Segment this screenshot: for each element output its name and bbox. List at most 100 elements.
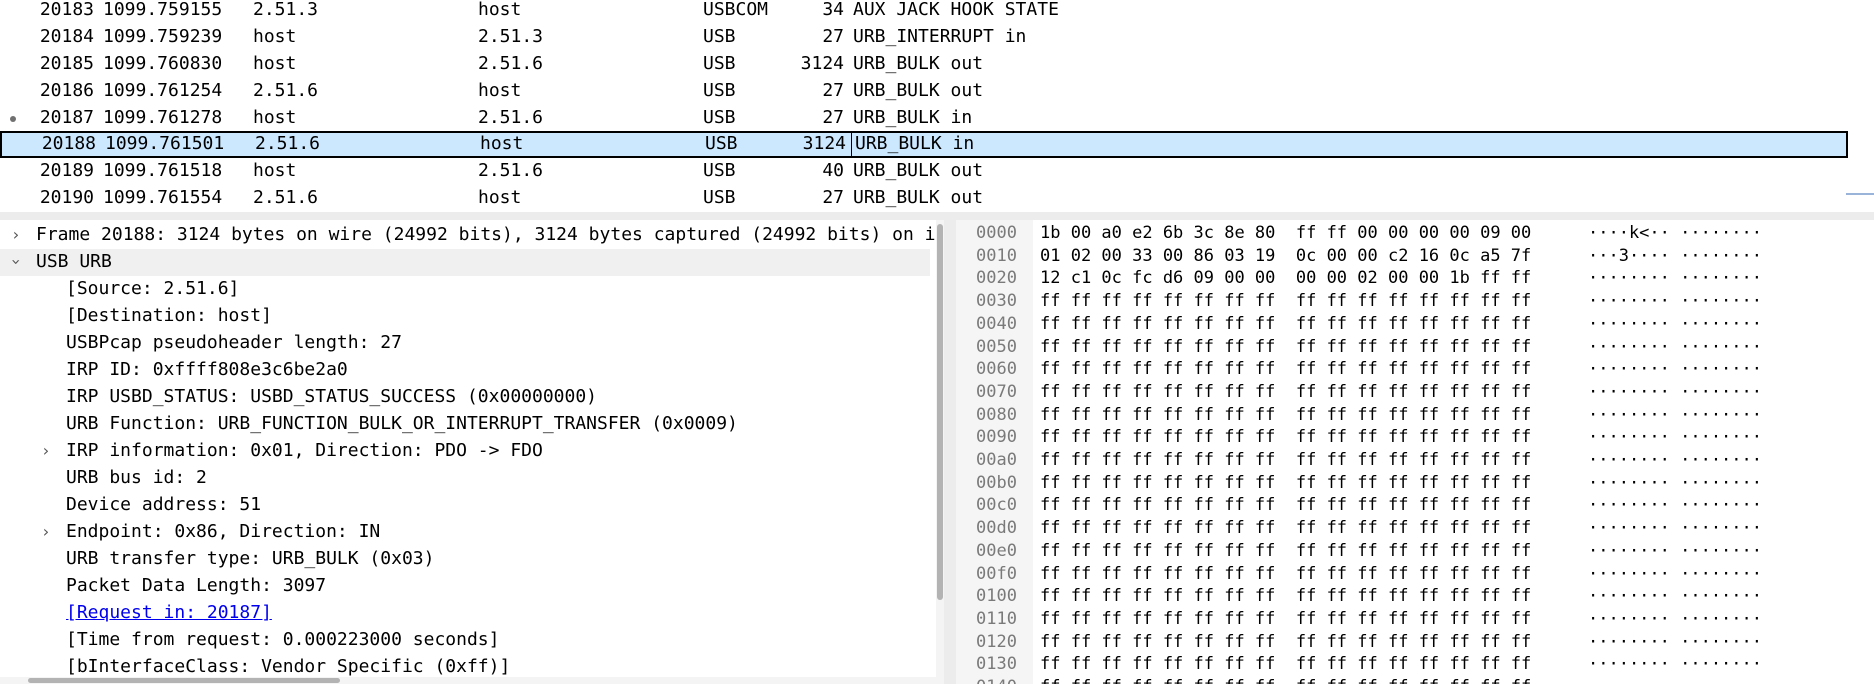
- packet-destination: host: [478, 187, 522, 208]
- packet-bytes-pane[interactable]: 0000 1b 00 a0 e2 6b 3c 8e 80 ff ff 00 00 …: [956, 220, 1874, 684]
- tree-item[interactable]: URB Function: URB_FUNCTION_BULK_OR_INTER…: [0, 411, 930, 438]
- ascii-bytes[interactable]: ········ ········: [1588, 449, 1762, 471]
- ascii-bytes[interactable]: ········ ········: [1588, 267, 1762, 289]
- tree-item-irp-information[interactable]: › IRP information: 0x01, Direction: PDO …: [0, 438, 930, 465]
- packet-time: 1099.761554: [103, 187, 223, 208]
- hex-bytes[interactable]: 12 c1 0c fc d6 09 00 00 00 00 02 00 00 1…: [1040, 267, 1531, 289]
- hex-bytes[interactable]: ff ff ff ff ff ff ff ff ff ff ff ff ff f…: [1040, 358, 1531, 380]
- packet-protocol: USB: [703, 187, 736, 208]
- hex-bytes[interactable]: 1b 00 a0 e2 6b 3c 8e 80 ff ff 00 00 00 0…: [1040, 222, 1531, 244]
- packet-row[interactable]: 20186 1099.761254 2.51.6 host USB 27 URB…: [0, 78, 1848, 105]
- packet-row-selected[interactable]: 20188 1099.761501 2.51.6 host USB 3124 U…: [0, 131, 1848, 158]
- ascii-bytes[interactable]: ········ ········: [1588, 653, 1762, 675]
- ascii-bytes[interactable]: ········ ········: [1588, 676, 1762, 684]
- hex-bytes[interactable]: ff ff ff ff ff ff ff ff ff ff ff ff ff f…: [1040, 290, 1531, 312]
- hex-bytes[interactable]: ff ff ff ff ff ff ff ff ff ff ff ff ff f…: [1040, 608, 1531, 630]
- ascii-bytes[interactable]: ········ ········: [1588, 313, 1762, 335]
- packet-row[interactable]: 20185 1099.760830 host 2.51.6 USB 3124 U…: [0, 51, 1848, 78]
- tree-item-request-link[interactable]: [Request in: 20187]: [0, 600, 930, 627]
- hex-bytes[interactable]: ff ff ff ff ff ff ff ff ff ff ff ff ff f…: [1040, 653, 1531, 675]
- packet-source: host: [253, 53, 297, 74]
- hex-bytes[interactable]: ff ff ff ff ff ff ff ff ff ff ff ff ff f…: [1040, 449, 1531, 471]
- hex-bytes[interactable]: ff ff ff ff ff ff ff ff ff ff ff ff ff f…: [1040, 381, 1531, 403]
- chevron-down-icon[interactable]: ›: [4, 253, 28, 271]
- ascii-bytes[interactable]: ········ ········: [1588, 358, 1762, 380]
- chevron-right-icon[interactable]: ›: [7, 223, 25, 247]
- tree-item[interactable]: URB transfer type: URB_BULK (0x03): [0, 546, 930, 573]
- ascii-bytes[interactable]: ········ ········: [1588, 404, 1762, 426]
- packet-protocol: USBCOM: [703, 0, 769, 20]
- pane-splitter-vertical[interactable]: [944, 220, 956, 684]
- packet-length: 27: [822, 187, 844, 208]
- tree-item[interactable]: Packet Data Length: 3097: [0, 573, 930, 600]
- packet-details-pane[interactable]: › Frame 20188: 3124 bytes on wire (24992…: [0, 220, 944, 684]
- hex-bytes[interactable]: ff ff ff ff ff ff ff ff ff ff ff ff ff f…: [1040, 676, 1531, 684]
- packet-list-scroll-indicator[interactable]: [1846, 193, 1874, 195]
- chevron-right-icon[interactable]: ›: [37, 520, 55, 544]
- hex-offset: 0030: [976, 291, 1017, 312]
- hex-bytes[interactable]: 01 02 00 33 00 86 03 19 0c 00 00 c2 16 0…: [1040, 245, 1531, 267]
- chevron-right-icon[interactable]: ›: [37, 439, 55, 463]
- tree-item-frame[interactable]: › Frame 20188: 3124 bytes on wire (24992…: [0, 222, 944, 249]
- hex-bytes[interactable]: ff ff ff ff ff ff ff ff ff ff ff ff ff f…: [1040, 585, 1531, 607]
- ascii-bytes[interactable]: ········ ········: [1588, 494, 1762, 516]
- tree-item[interactable]: USBPcap pseudoheader length: 27: [0, 330, 930, 357]
- ascii-bytes[interactable]: ····k<·· ········: [1588, 222, 1762, 244]
- packet-row[interactable]: 20189 1099.761518 host 2.51.6 USB 40 URB…: [0, 158, 1848, 185]
- tree-item[interactable]: Device address: 51: [0, 492, 930, 519]
- hex-offset: 0070: [976, 381, 1017, 402]
- tree-item[interactable]: [Destination: host]: [0, 303, 930, 330]
- ascii-bytes[interactable]: ········ ········: [1588, 426, 1762, 448]
- tree-item-usb-urb[interactable]: › USB URB: [0, 249, 930, 276]
- packet-number: 20190: [39, 187, 94, 208]
- hex-bytes[interactable]: ff ff ff ff ff ff ff ff ff ff ff ff ff f…: [1040, 426, 1531, 448]
- hex-bytes[interactable]: ff ff ff ff ff ff ff ff ff ff ff ff ff f…: [1040, 631, 1531, 653]
- ascii-bytes[interactable]: ········ ········: [1588, 517, 1762, 539]
- tree-item-label: URB Function: URB_FUNCTION_BULK_OR_INTER…: [66, 413, 738, 434]
- ascii-bytes[interactable]: ········ ········: [1588, 381, 1762, 403]
- hex-bytes[interactable]: ff ff ff ff ff ff ff ff ff ff ff ff ff f…: [1040, 404, 1531, 426]
- tree-item-label: USB URB: [36, 251, 112, 272]
- packet-row[interactable]: 20184 1099.759239 host 2.51.3 USB 27 URB…: [0, 24, 1848, 51]
- tree-item-endpoint[interactable]: › Endpoint: 0x86, Direction: IN: [0, 519, 930, 546]
- ascii-bytes[interactable]: ········ ········: [1588, 290, 1762, 312]
- ascii-bytes[interactable]: ········ ········: [1588, 631, 1762, 653]
- hex-bytes[interactable]: ff ff ff ff ff ff ff ff ff ff ff ff ff f…: [1040, 540, 1531, 562]
- hex-bytes[interactable]: ff ff ff ff ff ff ff ff ff ff ff ff ff f…: [1040, 517, 1531, 539]
- tree-item[interactable]: IRP ID: 0xffff808e3c6be2a0: [0, 357, 930, 384]
- packet-length: 40: [822, 160, 844, 181]
- ascii-bytes[interactable]: ········ ········: [1588, 608, 1762, 630]
- ascii-bytes[interactable]: ···3···· ········: [1588, 245, 1762, 267]
- ascii-bytes[interactable]: ········ ········: [1588, 585, 1762, 607]
- hex-bytes[interactable]: ff ff ff ff ff ff ff ff ff ff ff ff ff f…: [1040, 472, 1531, 494]
- tree-item-label: IRP USBD_STATUS: USBD_STATUS_SUCCESS (0x…: [66, 386, 598, 407]
- tree-item[interactable]: [Time from request: 0.000223000 seconds]: [0, 627, 930, 654]
- details-horizontal-scrollbar[interactable]: [0, 677, 936, 684]
- packet-row[interactable]: 20190 1099.761554 2.51.6 host USB 27 URB…: [0, 185, 1848, 212]
- ascii-bytes[interactable]: ········ ········: [1588, 563, 1762, 585]
- packet-time: 1099.761254: [103, 80, 223, 101]
- request-in-link[interactable]: [Request in: 20187]: [66, 601, 272, 625]
- tree-item[interactable]: IRP USBD_STATUS: USBD_STATUS_SUCCESS (0x…: [0, 384, 930, 411]
- packet-row[interactable]: 20187 1099.761278 host 2.51.6 USB 27 URB…: [0, 105, 1848, 132]
- packet-list[interactable]: 20183 1099.759155 2.51.3 host USBCOM 34 …: [0, 0, 1874, 212]
- hex-bytes[interactable]: ff ff ff ff ff ff ff ff ff ff ff ff ff f…: [1040, 336, 1531, 358]
- details-vertical-scrollbar[interactable]: [936, 220, 944, 684]
- column-separator: [851, 133, 852, 156]
- tree-item-label: Endpoint: 0x86, Direction: IN: [66, 521, 381, 542]
- hex-bytes[interactable]: ff ff ff ff ff ff ff ff ff ff ff ff ff f…: [1040, 563, 1531, 585]
- tree-item-label: [Destination: host]: [66, 305, 272, 326]
- ascii-bytes[interactable]: ········ ········: [1588, 472, 1762, 494]
- ascii-bytes[interactable]: ········ ········: [1588, 336, 1762, 358]
- tree-item[interactable]: [Source: 2.51.6]: [0, 276, 930, 303]
- packet-time: 1099.759239: [103, 26, 223, 47]
- scrollbar-thumb[interactable]: [28, 678, 340, 683]
- hex-bytes[interactable]: ff ff ff ff ff ff ff ff ff ff ff ff ff f…: [1040, 313, 1531, 335]
- hex-bytes[interactable]: ff ff ff ff ff ff ff ff ff ff ff ff ff f…: [1040, 494, 1531, 516]
- ascii-bytes[interactable]: ········ ········: [1588, 540, 1762, 562]
- tree-item[interactable]: URB bus id: 2: [0, 465, 930, 492]
- hex-offset: 0130: [976, 654, 1017, 675]
- scrollbar-thumb[interactable]: [937, 224, 943, 600]
- pane-splitter-horizontal[interactable]: [0, 212, 1874, 220]
- packet-row[interactable]: 20183 1099.759155 2.51.3 host USBCOM 34 …: [0, 0, 1848, 24]
